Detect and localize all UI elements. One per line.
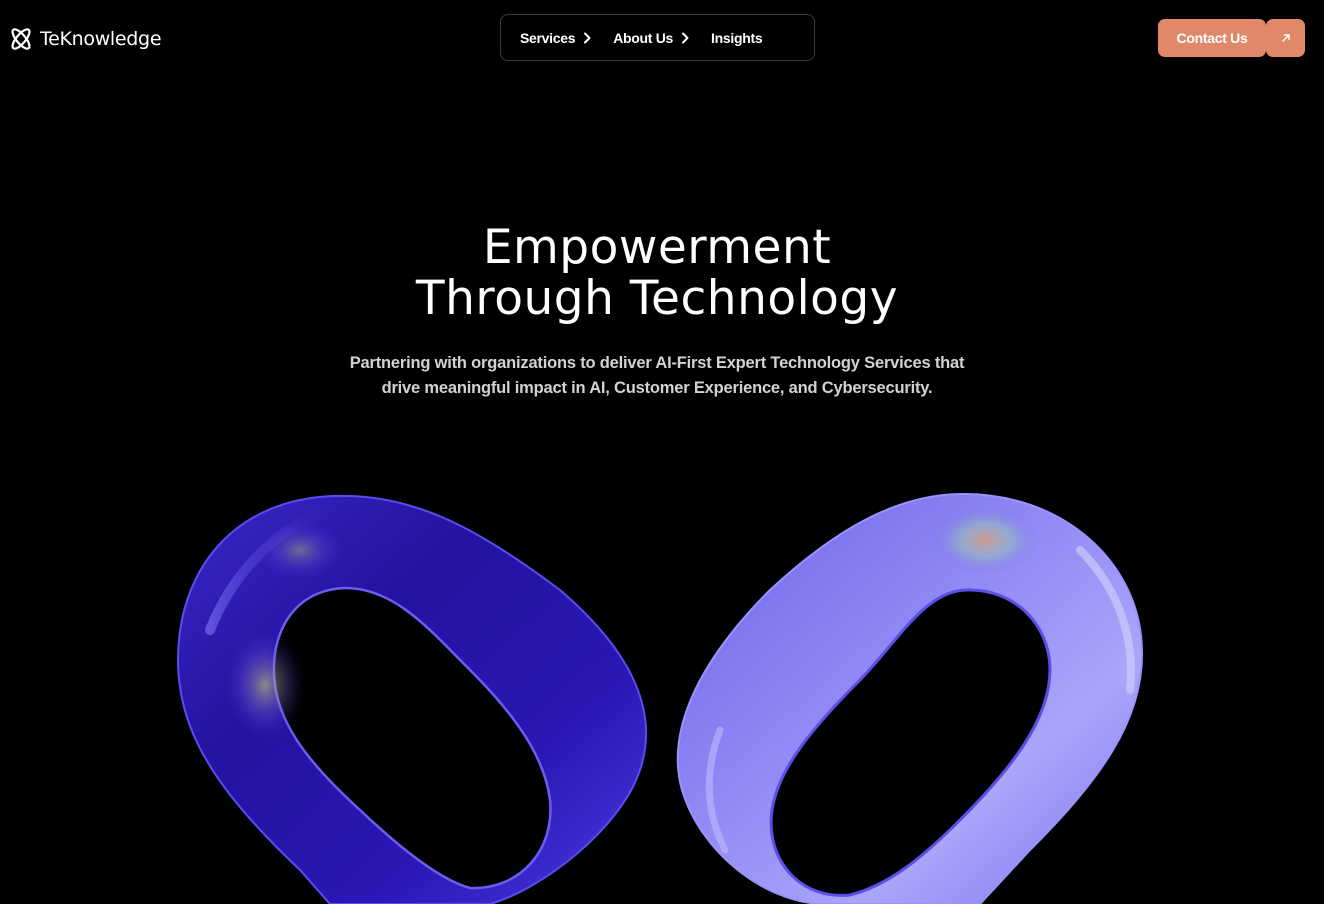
arrow-up-right-icon <box>1281 34 1290 42</box>
chevron-right-icon <box>583 32 591 44</box>
right-loop <box>676 492 1144 904</box>
hero-infinity-art <box>176 492 1144 904</box>
nav-item-label: About Us <box>613 29 674 46</box>
brand-name: TeKnowledge <box>40 28 162 50</box>
nav-item-label: Insights <box>711 29 763 46</box>
nav-item-insights[interactable]: Insights <box>711 29 763 46</box>
hero-subtitle: Partnering with organizations to deliver… <box>0 351 1314 401</box>
contact-us-button[interactable]: Contact Us <box>1158 19 1266 57</box>
page: TeKnowledge Services About Us Insights C… <box>0 0 1324 904</box>
nav-item-services[interactable]: Services <box>520 30 591 46</box>
hero-title-line: Through Technology <box>415 271 899 326</box>
contact-cta: Contact Us <box>1158 19 1305 57</box>
hero-subtitle-line: Partnering with organizations to deliver… <box>349 354 965 372</box>
chevron-right-icon <box>681 32 689 44</box>
hero-title: Empowerment Through Technology <box>0 222 1314 324</box>
hero-subtitle-line: drive meaningful impact in AI, Customer … <box>381 379 933 397</box>
left-loop <box>176 494 648 904</box>
hero-title-line: Empowerment <box>482 220 832 275</box>
main-nav: Services About Us Insights <box>500 14 815 61</box>
nav-item-label: Services <box>520 29 576 46</box>
nav-item-about-us[interactable]: About Us <box>613 30 689 46</box>
contact-arrow-button[interactable] <box>1266 19 1305 57</box>
teknowledge-logo-icon <box>11 28 31 50</box>
brand-logo[interactable]: TeKnowledge <box>8 24 162 54</box>
